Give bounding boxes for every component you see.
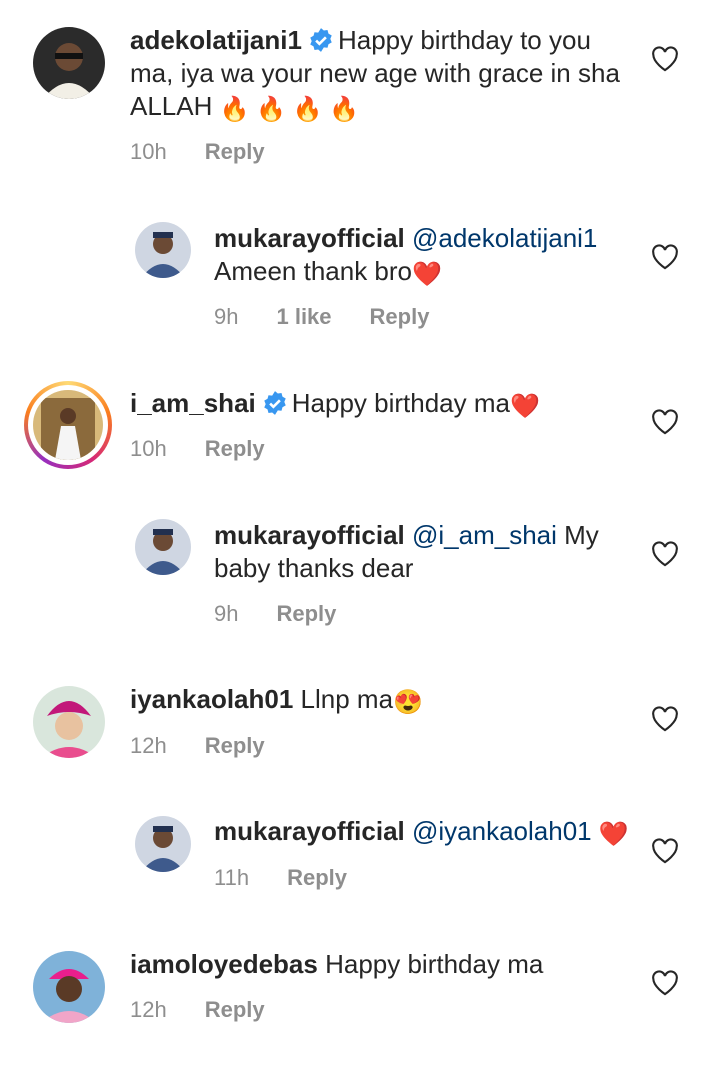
story-ring[interactable] bbox=[24, 381, 112, 469]
reply-button[interactable]: Reply bbox=[205, 997, 265, 1022]
timestamp: 11h bbox=[214, 865, 250, 890]
username[interactable]: mukarayofficial bbox=[214, 816, 405, 846]
like-heart-icon[interactable] bbox=[651, 541, 679, 567]
username[interactable]: i_am_shai bbox=[130, 388, 256, 418]
verified-badge-icon bbox=[264, 391, 286, 415]
likes-count[interactable]: 1 like bbox=[276, 304, 331, 329]
avatar[interactable] bbox=[33, 686, 105, 758]
heart-eyes-emoji: 😍 bbox=[393, 689, 423, 716]
red-heart-emoji: ❤️ bbox=[598, 821, 629, 848]
username[interactable]: iyankaolah01 bbox=[130, 684, 293, 714]
avatar[interactable] bbox=[33, 951, 105, 1023]
red-heart-emoji: ❤️ bbox=[412, 261, 442, 288]
avatar[interactable] bbox=[135, 222, 191, 278]
comment-text: Happy birthday ma bbox=[325, 949, 544, 979]
mention-link[interactable]: @adekolatijani1 bbox=[412, 223, 597, 253]
reply-button[interactable]: Reply bbox=[276, 601, 336, 626]
red-heart-emoji: ❤️ bbox=[509, 393, 540, 420]
timestamp: 12h bbox=[130, 997, 167, 1022]
timestamp: 10h bbox=[130, 139, 167, 164]
avatar[interactable] bbox=[135, 816, 191, 872]
timestamp: 9h bbox=[214, 601, 239, 626]
timestamp: 10h bbox=[130, 436, 167, 461]
timestamp: 9h bbox=[214, 304, 239, 329]
reply-button[interactable]: Reply bbox=[287, 865, 347, 890]
like-heart-icon[interactable] bbox=[651, 706, 679, 732]
mention-link[interactable]: @iyankaolah01 bbox=[412, 816, 592, 846]
reply-button[interactable]: Reply bbox=[205, 139, 265, 164]
username[interactable]: adekolatijani1 bbox=[130, 25, 302, 55]
like-heart-icon[interactable] bbox=[651, 244, 679, 270]
username[interactable]: mukarayofficial bbox=[214, 520, 405, 550]
reply-button[interactable]: Reply bbox=[205, 733, 265, 758]
fire-emoji: 🔥 🔥 🔥 🔥 bbox=[219, 96, 360, 123]
avatar[interactable] bbox=[33, 27, 105, 99]
avatar[interactable] bbox=[135, 519, 191, 575]
timestamp: 12h bbox=[130, 733, 167, 758]
like-heart-icon[interactable] bbox=[651, 838, 679, 864]
username[interactable]: mukarayofficial bbox=[214, 223, 405, 253]
comment-text: Happy birthday ma bbox=[291, 388, 510, 418]
mention-link[interactable]: @i_am_shai bbox=[412, 520, 557, 550]
reply-button[interactable]: Reply bbox=[205, 436, 265, 461]
like-heart-icon[interactable] bbox=[651, 409, 679, 435]
like-heart-icon[interactable] bbox=[651, 970, 679, 996]
like-heart-icon[interactable] bbox=[651, 46, 679, 72]
comment-text: Ameen thank bro bbox=[214, 256, 413, 286]
comment-text: Llnp ma bbox=[300, 684, 394, 714]
username[interactable]: iamoloyedebas bbox=[130, 949, 318, 979]
avatar[interactable] bbox=[33, 390, 103, 460]
verified-badge-icon bbox=[310, 28, 332, 52]
reply-button[interactable]: Reply bbox=[370, 304, 430, 329]
